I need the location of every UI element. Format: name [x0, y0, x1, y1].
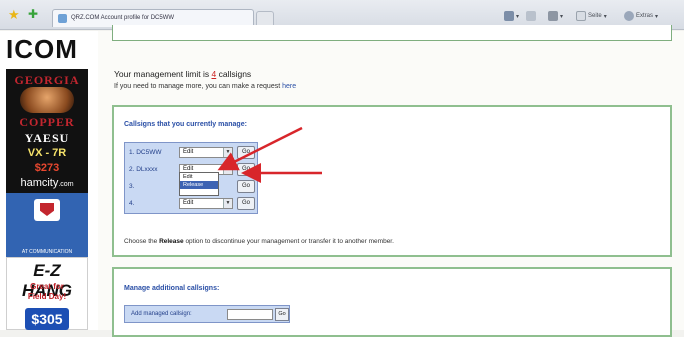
- site-favicon-icon: [58, 14, 67, 23]
- copper-coil-image: [20, 87, 74, 113]
- ad-sidebar: ICOM GEORGIA COPPER YAESU VX - 7R $273 h…: [0, 31, 98, 330]
- gear-icon: [624, 11, 634, 21]
- ad-yaesu: YAESU: [24, 131, 70, 145]
- home-icon: [504, 11, 514, 21]
- page-menu-button[interactable]: Seite ▾: [576, 9, 607, 23]
- page-menu-label: Seite: [588, 13, 602, 19]
- tools-menu-button[interactable]: Extras ▾: [624, 9, 658, 23]
- page-icon: [576, 11, 586, 21]
- tab-title: QRZ.COM Account profile for DC5WW: [71, 15, 175, 21]
- communication-ad[interactable]: AT COMMUNICATION: [6, 193, 88, 261]
- ad-model: VX - 7R: [27, 147, 67, 159]
- release-info: Choose the Release option to discontinue…: [124, 238, 394, 245]
- ad-hamcity: hamcity.com: [20, 177, 74, 189]
- callsign-label: 2. DLxxxx: [129, 166, 158, 173]
- icom-logo[interactable]: ICOM: [6, 34, 78, 65]
- ad-georgia: GEORGIA: [14, 73, 80, 87]
- ez-hang-ad[interactable]: E-Z HANG Great for Field Day! $305: [6, 257, 88, 330]
- ad-price: $273: [34, 162, 60, 174]
- go-button[interactable]: Go: [237, 197, 255, 210]
- dropdown-option-edit[interactable]: Edit: [180, 173, 218, 181]
- print-button[interactable]: ▾: [548, 9, 563, 23]
- feeds-button[interactable]: [526, 9, 536, 23]
- main-content: Your management limit is 4 callsigns If …: [98, 25, 684, 337]
- add-go-button[interactable]: Go: [275, 308, 289, 321]
- ad-copper: COPPER: [19, 115, 75, 129]
- request-more: If you need to manage more, you can make…: [114, 83, 297, 90]
- go-button[interactable]: Go: [237, 146, 255, 159]
- additional-title: Manage additional callsigns:: [124, 285, 220, 292]
- callsign-label: 3.: [129, 183, 135, 190]
- chevron-down-icon[interactable]: ▼: [223, 199, 232, 208]
- shield-logo-icon: [34, 199, 60, 221]
- feed-icon: [526, 11, 536, 21]
- request-here-link[interactable]: here: [282, 83, 296, 90]
- dropdown-option-release[interactable]: Release: [180, 181, 218, 189]
- home-button[interactable]: ▾: [504, 9, 519, 23]
- print-icon: [548, 11, 558, 21]
- add-callsign-input[interactable]: [227, 309, 273, 320]
- ad-comm: AT COMMUNICATION: [21, 249, 73, 255]
- favorites-star-icon[interactable]: ★: [8, 8, 20, 21]
- top-box: [112, 25, 672, 41]
- add-favorites-icon[interactable]: ✚: [28, 8, 38, 21]
- managed-callsigns-box: Callsigns that you currently manage: 1. …: [112, 105, 672, 257]
- callsign-row: 4. Edit ▼ Go: [125, 196, 257, 212]
- action-dropdown-list[interactable]: Edit Release: [179, 172, 219, 196]
- tools-menu-label: Extras: [636, 13, 654, 19]
- add-callsign-label: Add managed callsign:: [131, 311, 192, 317]
- ad-price-305: $305: [25, 308, 69, 330]
- callsigns-table: 1. DC5WW Edit ▼ Go 2. DLxxxx Edit ▼ Go 3. …: [124, 142, 258, 214]
- callsign-label: 1. DC5WW: [129, 149, 162, 156]
- chevron-down-icon[interactable]: ▼: [223, 165, 232, 174]
- add-callsign-row: Add managed callsign: Go: [124, 305, 290, 323]
- callsigns-title: Callsigns that you currently manage:: [124, 121, 247, 128]
- go-button[interactable]: Go: [237, 180, 255, 193]
- callsign-label: 4.: [129, 200, 135, 207]
- action-select[interactable]: Edit ▼: [179, 198, 233, 209]
- go-button[interactable]: Go: [237, 163, 255, 176]
- additional-callsigns-box: Manage additional callsigns: Add managed…: [112, 267, 672, 337]
- ad-great-for: Great for Field Day!: [27, 282, 67, 301]
- chevron-down-icon[interactable]: ▼: [223, 148, 232, 157]
- action-select[interactable]: Edit ▼: [179, 147, 233, 158]
- new-tab-button[interactable]: [256, 11, 274, 26]
- callsign-row: 1. DC5WW Edit ▼ Go: [125, 145, 257, 161]
- management-limit: Your management limit is 4 callsigns: [114, 69, 252, 79]
